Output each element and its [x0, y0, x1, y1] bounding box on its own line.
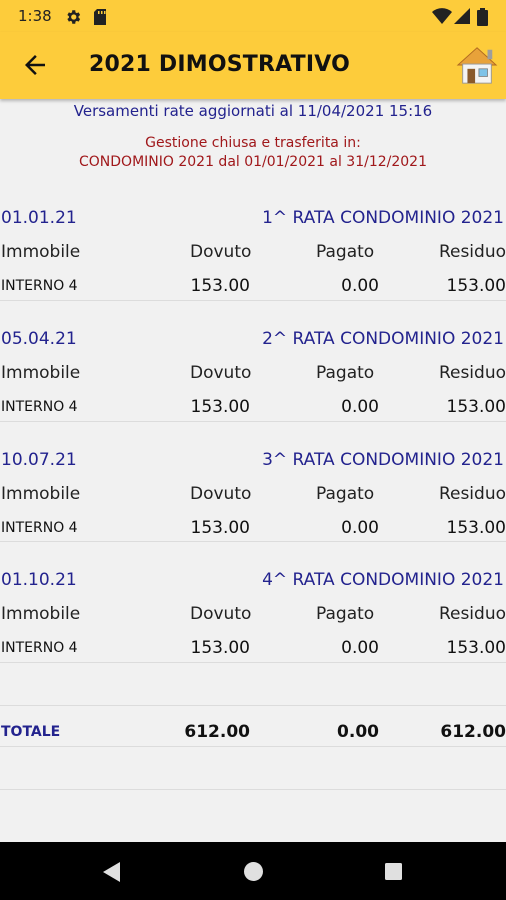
pagato-value: 0.00 [341, 397, 379, 417]
divider [0, 705, 506, 706]
totale-residuo: 612.00 [440, 722, 506, 742]
circle-home-icon[interactable] [243, 861, 264, 882]
immobile-value: INTERNO 4 [1, 278, 78, 294]
dovuto-value: 153.00 [190, 518, 250, 538]
dovuto-value: 153.00 [190, 276, 250, 296]
closed-info-line1: Gestione chiusa e trasferita in: [145, 135, 361, 151]
battery-icon [477, 8, 488, 26]
arrow-back-icon[interactable] [20, 50, 50, 80]
rata-date: 10.07.21 [1, 450, 77, 470]
immobile-value: INTERNO 4 [1, 520, 78, 536]
totale-dovuto: 612.00 [184, 722, 250, 742]
col-dovuto: Dovuto [190, 484, 252, 504]
col-pagato: Pagato [316, 484, 375, 504]
totale-label: TOTALE [1, 724, 61, 740]
divider [0, 746, 506, 747]
rata-date: 01.10.21 [1, 570, 77, 590]
wifi-icon [432, 8, 452, 24]
divider [0, 662, 506, 663]
col-pagato: Pagato [316, 363, 375, 383]
pagato-value: 0.00 [341, 638, 379, 658]
rata-label: 4^ RATA CONDOMINIO 2021 [262, 570, 504, 590]
pagato-value: 0.00 [341, 518, 379, 538]
sd-card-icon [94, 9, 106, 25]
home-icon[interactable] [456, 44, 498, 86]
square-recent-icon[interactable] [384, 862, 403, 881]
residuo-value: 153.00 [446, 276, 506, 296]
col-dovuto: Dovuto [190, 363, 252, 383]
pagato-value: 0.00 [341, 276, 379, 296]
rata-block[interactable]: 01.01.21 1^ RATA CONDOMINIO 2021 Immobil… [0, 208, 506, 300]
closed-info-line2: CONDOMINIO 2021 dal 01/01/2021 al 31/12/… [79, 154, 427, 170]
rata-block[interactable]: 01.10.21 4^ RATA CONDOMINIO 2021 Immobil… [0, 570, 506, 662]
closed-info: Gestione chiusa e trasferita in: CONDOMI… [0, 134, 506, 172]
col-immobile: Immobile [1, 363, 81, 383]
rata-label: 2^ RATA CONDOMINIO 2021 [262, 329, 504, 349]
residuo-value: 153.00 [446, 518, 506, 538]
navigation-bar [0, 842, 506, 900]
residuo-value: 153.00 [446, 638, 506, 658]
signal-icon [454, 8, 470, 24]
rata-date: 05.04.21 [1, 329, 77, 349]
col-residuo: Residuo [438, 363, 506, 383]
update-info: Versamenti rate aggiornati al 11/04/2021… [73, 102, 433, 120]
rata-block[interactable]: 05.04.21 2^ RATA CONDOMINIO 2021 Immobil… [0, 329, 506, 421]
rata-date: 01.01.21 [1, 208, 77, 228]
col-dovuto: Dovuto [190, 604, 252, 624]
status-time: 1:38 [18, 7, 52, 25]
col-dovuto: Dovuto [190, 242, 252, 262]
immobile-value: INTERNO 4 [1, 399, 78, 415]
page-title: 2021 DIMOSTRATIVO [89, 52, 350, 77]
app-bar: 2021 DIMOSTRATIVO [0, 32, 506, 99]
triangle-back-icon[interactable] [102, 861, 122, 883]
col-immobile: Immobile [1, 242, 81, 262]
immobile-value: INTERNO 4 [1, 640, 78, 656]
dovuto-value: 153.00 [190, 397, 250, 417]
rata-block[interactable]: 10.07.21 3^ RATA CONDOMINIO 2021 Immobil… [0, 450, 506, 542]
dovuto-value: 153.00 [190, 638, 250, 658]
divider [0, 789, 506, 790]
col-immobile: Immobile [1, 484, 81, 504]
col-pagato: Pagato [316, 242, 375, 262]
col-residuo: Residuo [438, 484, 506, 504]
col-immobile: Immobile [1, 604, 81, 624]
col-pagato: Pagato [316, 604, 375, 624]
rata-label: 1^ RATA CONDOMINIO 2021 [262, 208, 504, 228]
rata-label: 3^ RATA CONDOMINIO 2021 [262, 450, 504, 470]
col-residuo: Residuo [438, 604, 506, 624]
totale-pagato: 0.00 [337, 722, 379, 742]
divider [0, 300, 506, 301]
divider [0, 541, 506, 542]
settings-icon [67, 10, 81, 24]
residuo-value: 153.00 [446, 397, 506, 417]
col-residuo: Residuo [438, 242, 506, 262]
divider [0, 421, 506, 422]
status-bar: 1:38 [0, 0, 506, 32]
